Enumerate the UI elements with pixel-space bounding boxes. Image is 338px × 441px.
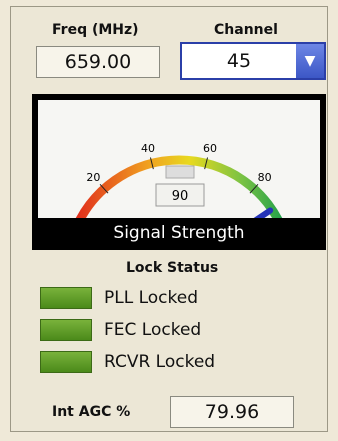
tick-label-60: 60 bbox=[203, 142, 217, 155]
tick-label-20: 20 bbox=[86, 171, 100, 184]
tick-label-80: 80 bbox=[258, 171, 272, 184]
fec-led-indicator bbox=[40, 319, 92, 341]
lock-row-pll: PLL Locked bbox=[40, 287, 198, 309]
readout-value: 90 bbox=[172, 189, 189, 204]
meter-face: 020406080100 90 bbox=[38, 100, 320, 239]
channel-value: 45 bbox=[226, 50, 252, 72]
meter-icon bbox=[165, 165, 195, 179]
agc-label: Int AGC % bbox=[52, 404, 131, 420]
meter-caption: Signal Strength bbox=[113, 223, 245, 243]
lock-status-title: Lock Status bbox=[126, 260, 219, 276]
rcvr-led-indicator bbox=[40, 351, 92, 373]
pll-led-indicator bbox=[40, 287, 92, 309]
pll-label: PLL Locked bbox=[104, 288, 199, 308]
channel-label: Channel bbox=[214, 22, 278, 38]
rcvr-label: RCVR Locked bbox=[104, 352, 216, 372]
gauge-needle bbox=[232, 207, 274, 237]
agc-field[interactable]: 79.96 bbox=[170, 396, 294, 428]
channel-select[interactable]: 45 ▼ bbox=[180, 42, 326, 80]
lock-row-rcvr: RCVR Locked bbox=[40, 351, 215, 373]
signal-strength-meter: 020406080100 90 Signal Strength bbox=[32, 94, 326, 250]
gauge-svg: 020406080100 90 bbox=[55, 142, 310, 239]
chevron-down-icon[interactable]: ▼ bbox=[296, 44, 324, 78]
tick-label-40: 40 bbox=[141, 142, 155, 155]
freq-field[interactable]: 659.00 bbox=[36, 46, 160, 78]
fec-label: FEC Locked bbox=[104, 320, 202, 340]
freq-label: Freq (MHz) bbox=[52, 22, 139, 38]
lock-row-fec: FEC Locked bbox=[40, 319, 201, 341]
